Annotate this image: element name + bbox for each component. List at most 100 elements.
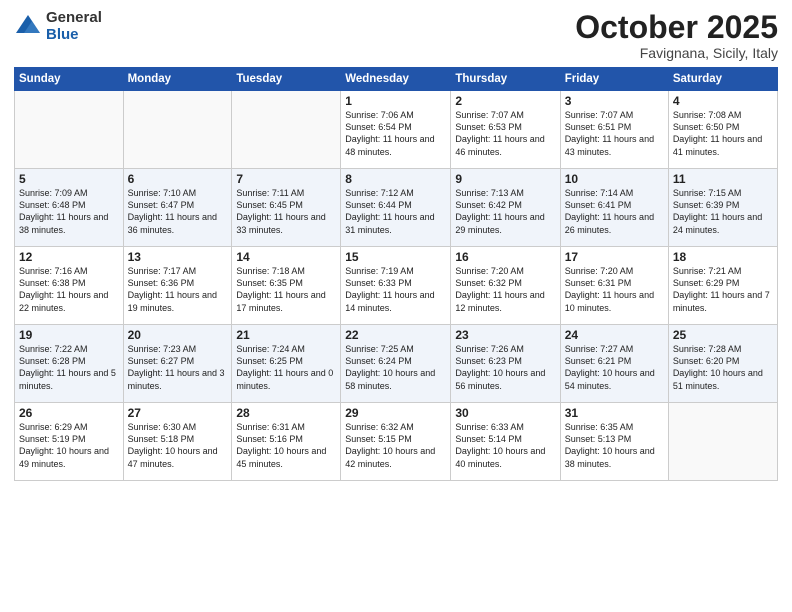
- day-number: 10: [565, 172, 664, 186]
- day-info: Sunrise: 7:18 AM Sunset: 6:35 PM Dayligh…: [236, 265, 336, 314]
- day-info: Sunrise: 7:21 AM Sunset: 6:29 PM Dayligh…: [673, 265, 773, 314]
- day-info: Sunrise: 7:08 AM Sunset: 6:50 PM Dayligh…: [673, 109, 773, 158]
- day-info: Sunrise: 7:28 AM Sunset: 6:20 PM Dayligh…: [673, 343, 773, 392]
- col-tuesday: Tuesday: [232, 68, 341, 91]
- day-info: Sunrise: 6:35 AM Sunset: 5:13 PM Dayligh…: [565, 421, 664, 470]
- logo-blue: Blue: [46, 27, 102, 44]
- calendar-cell: [232, 91, 341, 169]
- day-info: Sunrise: 7:24 AM Sunset: 6:25 PM Dayligh…: [236, 343, 336, 392]
- day-number: 6: [128, 172, 228, 186]
- page: General Blue October 2025 Favignana, Sic…: [0, 0, 792, 612]
- calendar-cell: 14Sunrise: 7:18 AM Sunset: 6:35 PM Dayli…: [232, 247, 341, 325]
- day-info: Sunrise: 7:15 AM Sunset: 6:39 PM Dayligh…: [673, 187, 773, 236]
- calendar-cell: 4Sunrise: 7:08 AM Sunset: 6:50 PM Daylig…: [668, 91, 777, 169]
- calendar-cell: 21Sunrise: 7:24 AM Sunset: 6:25 PM Dayli…: [232, 325, 341, 403]
- day-info: Sunrise: 7:07 AM Sunset: 6:53 PM Dayligh…: [455, 109, 555, 158]
- day-info: Sunrise: 6:32 AM Sunset: 5:15 PM Dayligh…: [345, 421, 446, 470]
- day-number: 27: [128, 406, 228, 420]
- day-number: 22: [345, 328, 446, 342]
- calendar: Sunday Monday Tuesday Wednesday Thursday…: [14, 67, 778, 481]
- day-info: Sunrise: 7:11 AM Sunset: 6:45 PM Dayligh…: [236, 187, 336, 236]
- day-number: 18: [673, 250, 773, 264]
- title-area: October 2025 Favignana, Sicily, Italy: [575, 10, 778, 61]
- day-info: Sunrise: 7:20 AM Sunset: 6:31 PM Dayligh…: [565, 265, 664, 314]
- day-number: 2: [455, 94, 555, 108]
- day-info: Sunrise: 6:33 AM Sunset: 5:14 PM Dayligh…: [455, 421, 555, 470]
- calendar-cell: 26Sunrise: 6:29 AM Sunset: 5:19 PM Dayli…: [15, 403, 124, 481]
- col-saturday: Saturday: [668, 68, 777, 91]
- calendar-cell: 8Sunrise: 7:12 AM Sunset: 6:44 PM Daylig…: [341, 169, 451, 247]
- calendar-cell: 30Sunrise: 6:33 AM Sunset: 5:14 PM Dayli…: [451, 403, 560, 481]
- calendar-cell: 27Sunrise: 6:30 AM Sunset: 5:18 PM Dayli…: [123, 403, 232, 481]
- logo-general: General: [46, 10, 102, 27]
- day-number: 14: [236, 250, 336, 264]
- calendar-cell: [668, 403, 777, 481]
- day-number: 3: [565, 94, 664, 108]
- calendar-cell: 31Sunrise: 6:35 AM Sunset: 5:13 PM Dayli…: [560, 403, 668, 481]
- day-info: Sunrise: 7:16 AM Sunset: 6:38 PM Dayligh…: [19, 265, 119, 314]
- day-number: 30: [455, 406, 555, 420]
- day-number: 9: [455, 172, 555, 186]
- day-number: 8: [345, 172, 446, 186]
- day-info: Sunrise: 6:29 AM Sunset: 5:19 PM Dayligh…: [19, 421, 119, 470]
- col-friday: Friday: [560, 68, 668, 91]
- logo: General Blue: [14, 10, 102, 43]
- calendar-cell: 7Sunrise: 7:11 AM Sunset: 6:45 PM Daylig…: [232, 169, 341, 247]
- day-info: Sunrise: 7:23 AM Sunset: 6:27 PM Dayligh…: [128, 343, 228, 392]
- day-number: 25: [673, 328, 773, 342]
- calendar-cell: 13Sunrise: 7:17 AM Sunset: 6:36 PM Dayli…: [123, 247, 232, 325]
- col-thursday: Thursday: [451, 68, 560, 91]
- calendar-cell: 5Sunrise: 7:09 AM Sunset: 6:48 PM Daylig…: [15, 169, 124, 247]
- calendar-cell: 15Sunrise: 7:19 AM Sunset: 6:33 PM Dayli…: [341, 247, 451, 325]
- day-info: Sunrise: 7:27 AM Sunset: 6:21 PM Dayligh…: [565, 343, 664, 392]
- col-wednesday: Wednesday: [341, 68, 451, 91]
- calendar-cell: 1Sunrise: 7:06 AM Sunset: 6:54 PM Daylig…: [341, 91, 451, 169]
- day-number: 1: [345, 94, 446, 108]
- day-number: 16: [455, 250, 555, 264]
- calendar-cell: 11Sunrise: 7:15 AM Sunset: 6:39 PM Dayli…: [668, 169, 777, 247]
- day-number: 13: [128, 250, 228, 264]
- calendar-cell: 20Sunrise: 7:23 AM Sunset: 6:27 PM Dayli…: [123, 325, 232, 403]
- calendar-cell: 17Sunrise: 7:20 AM Sunset: 6:31 PM Dayli…: [560, 247, 668, 325]
- calendar-cell: 28Sunrise: 6:31 AM Sunset: 5:16 PM Dayli…: [232, 403, 341, 481]
- calendar-week-row: 26Sunrise: 6:29 AM Sunset: 5:19 PM Dayli…: [15, 403, 778, 481]
- day-number: 29: [345, 406, 446, 420]
- day-info: Sunrise: 7:13 AM Sunset: 6:42 PM Dayligh…: [455, 187, 555, 236]
- day-info: Sunrise: 7:14 AM Sunset: 6:41 PM Dayligh…: [565, 187, 664, 236]
- day-info: Sunrise: 6:30 AM Sunset: 5:18 PM Dayligh…: [128, 421, 228, 470]
- calendar-cell: 25Sunrise: 7:28 AM Sunset: 6:20 PM Dayli…: [668, 325, 777, 403]
- day-info: Sunrise: 7:06 AM Sunset: 6:54 PM Dayligh…: [345, 109, 446, 158]
- day-number: 11: [673, 172, 773, 186]
- day-number: 24: [565, 328, 664, 342]
- calendar-cell: 29Sunrise: 6:32 AM Sunset: 5:15 PM Dayli…: [341, 403, 451, 481]
- calendar-cell: 18Sunrise: 7:21 AM Sunset: 6:29 PM Dayli…: [668, 247, 777, 325]
- day-info: Sunrise: 7:25 AM Sunset: 6:24 PM Dayligh…: [345, 343, 446, 392]
- day-info: Sunrise: 7:17 AM Sunset: 6:36 PM Dayligh…: [128, 265, 228, 314]
- col-sunday: Sunday: [15, 68, 124, 91]
- calendar-cell: 6Sunrise: 7:10 AM Sunset: 6:47 PM Daylig…: [123, 169, 232, 247]
- day-number: 28: [236, 406, 336, 420]
- day-info: Sunrise: 7:20 AM Sunset: 6:32 PM Dayligh…: [455, 265, 555, 314]
- location-subtitle: Favignana, Sicily, Italy: [575, 45, 778, 61]
- calendar-header-row: Sunday Monday Tuesday Wednesday Thursday…: [15, 68, 778, 91]
- calendar-cell: 19Sunrise: 7:22 AM Sunset: 6:28 PM Dayli…: [15, 325, 124, 403]
- calendar-cell: 23Sunrise: 7:26 AM Sunset: 6:23 PM Dayli…: [451, 325, 560, 403]
- day-info: Sunrise: 7:19 AM Sunset: 6:33 PM Dayligh…: [345, 265, 446, 314]
- day-info: Sunrise: 7:07 AM Sunset: 6:51 PM Dayligh…: [565, 109, 664, 158]
- day-number: 20: [128, 328, 228, 342]
- day-info: Sunrise: 7:09 AM Sunset: 6:48 PM Dayligh…: [19, 187, 119, 236]
- day-number: 17: [565, 250, 664, 264]
- calendar-week-row: 1Sunrise: 7:06 AM Sunset: 6:54 PM Daylig…: [15, 91, 778, 169]
- calendar-cell: 22Sunrise: 7:25 AM Sunset: 6:24 PM Dayli…: [341, 325, 451, 403]
- calendar-week-row: 19Sunrise: 7:22 AM Sunset: 6:28 PM Dayli…: [15, 325, 778, 403]
- logo-icon: [14, 13, 42, 41]
- calendar-cell: [15, 91, 124, 169]
- day-info: Sunrise: 7:22 AM Sunset: 6:28 PM Dayligh…: [19, 343, 119, 392]
- day-number: 19: [19, 328, 119, 342]
- calendar-cell: 2Sunrise: 7:07 AM Sunset: 6:53 PM Daylig…: [451, 91, 560, 169]
- day-number: 31: [565, 406, 664, 420]
- day-info: Sunrise: 7:12 AM Sunset: 6:44 PM Dayligh…: [345, 187, 446, 236]
- day-number: 21: [236, 328, 336, 342]
- day-number: 12: [19, 250, 119, 264]
- calendar-cell: 24Sunrise: 7:27 AM Sunset: 6:21 PM Dayli…: [560, 325, 668, 403]
